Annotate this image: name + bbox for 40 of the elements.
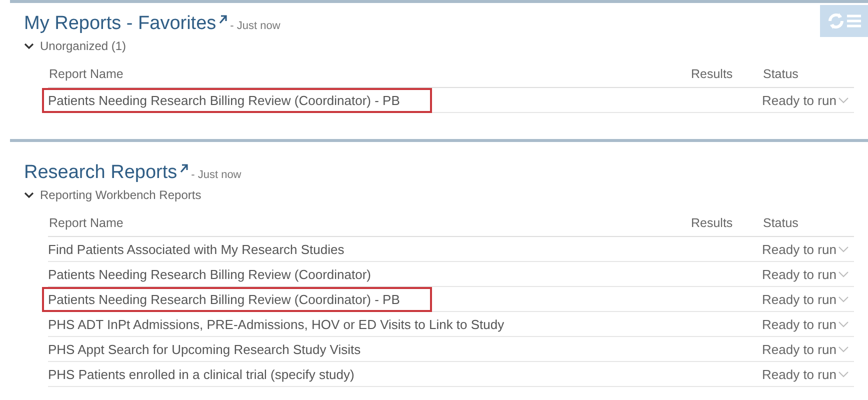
report-name[interactable]: PHS ADT InPt Admissions, PRE-Admissions, HOV or ED Visits to Link to Study: [44, 314, 534, 334]
refresh-menu-button[interactable]: [820, 5, 868, 37]
chevron-down-icon[interactable]: [838, 96, 850, 104]
status-dropdown[interactable]: Ready to run: [762, 92, 850, 108]
column-header: Results: [690, 61, 762, 88]
group-label: Reporting Workbench Reports: [40, 188, 202, 202]
popout-arrow-icon[interactable]: [180, 164, 188, 173]
status-dropdown[interactable]: Ready to run: [762, 266, 850, 282]
section-title: My Reports - Favorites: [24, 13, 216, 35]
report-name[interactable]: PHS Appt Search for Upcoming Research Study Visits: [44, 338, 391, 360]
report-name[interactable]: PHS Patients enrolled in a clinical trial (specify study): [44, 364, 384, 384]
status-dropdown[interactable]: Ready to run: [762, 242, 850, 256]
chevron-down-icon[interactable]: [838, 346, 850, 352]
column-header: Report Name: [48, 61, 690, 88]
group-toggle[interactable]: Reporting Workbench Reports: [24, 188, 868, 202]
chevron-down-icon[interactable]: [838, 370, 850, 378]
section-title: Research Reports: [24, 162, 178, 184]
column-header: Report Name: [48, 210, 690, 236]
column-header: Status: [762, 210, 854, 236]
status-dropdown[interactable]: Ready to run: [762, 366, 850, 382]
refresh-icon[interactable]: [827, 12, 845, 30]
chevron-down-icon[interactable]: [838, 246, 850, 252]
popout-arrow-icon[interactable]: [219, 15, 228, 24]
chevron-down-icon[interactable]: [838, 270, 850, 278]
menu-icon[interactable]: [847, 14, 861, 28]
group-toggle[interactable]: Unorganized (1): [24, 39, 868, 53]
status-dropdown[interactable]: Ready to run: [762, 292, 850, 306]
report-name[interactable]: Patients Needing Research Billing Review (Coordinator) - PB: [44, 288, 430, 310]
chevron-down-icon[interactable]: [838, 320, 850, 328]
status-dropdown[interactable]: Ready to run: [762, 342, 850, 356]
status-dropdown[interactable]: Ready to run: [762, 316, 850, 332]
column-header: Status: [762, 61, 854, 88]
report-name[interactable]: Patients Needing Research Billing Review (Coordinator) - PB: [44, 90, 430, 110]
report-name[interactable]: Find Patients Associated with My Research Studies: [44, 238, 374, 260]
column-header: Results: [690, 210, 762, 236]
report-name[interactable]: Patients Needing Research Billing Review (Coordinator): [44, 264, 401, 284]
updated-time: - Just now: [230, 20, 280, 32]
chevron-down-icon[interactable]: [838, 296, 850, 302]
updated-time: - Just now: [191, 169, 242, 181]
group-label: Unorganized (1): [40, 39, 126, 53]
